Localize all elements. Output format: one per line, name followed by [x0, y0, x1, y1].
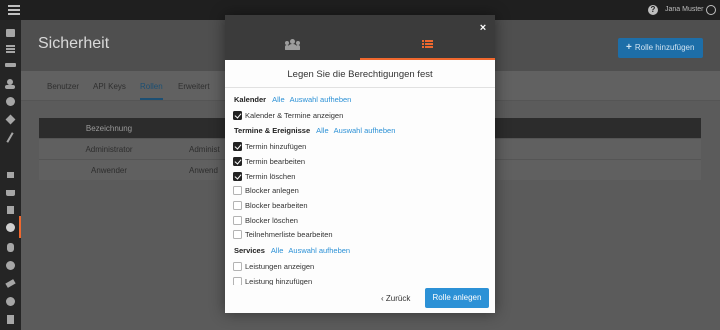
- section-termine: Termine & Ereignisse Alle Auswahl aufheben: [234, 126, 395, 135]
- document-icon[interactable]: [5, 314, 16, 325]
- permission-label: Blocker löschen: [245, 216, 298, 225]
- calendar-icon[interactable]: [5, 27, 16, 38]
- page-title: Sicherheit: [38, 35, 110, 52]
- chevron-left-icon: ‹: [381, 294, 384, 303]
- section-kalender: Kalender Alle Auswahl aufheben: [234, 95, 351, 104]
- checkbox[interactable]: [233, 216, 242, 225]
- select-all-link[interactable]: Alle: [316, 126, 329, 135]
- tab-rollen[interactable]: Rollen: [140, 82, 163, 100]
- lock-icon[interactable]: [5, 222, 16, 233]
- section-title: Kalender: [234, 95, 267, 104]
- permission-label: Leistung hinzufügen: [245, 277, 313, 285]
- checkbox[interactable]: [233, 186, 242, 195]
- permissions-dialog: × Legen Sie die Berechtigungen fest Kale…: [225, 15, 495, 313]
- plus-icon: +: [626, 42, 632, 53]
- close-icon[interactable]: ×: [477, 22, 489, 34]
- help-icon[interactable]: ?: [648, 5, 658, 15]
- add-role-button[interactable]: + Rolle hinzufügen: [618, 38, 703, 58]
- user-name[interactable]: Jana Muster: [665, 5, 704, 15]
- tab-permissions-list[interactable]: [360, 15, 495, 60]
- permission-label: Leistungen anzeigen: [245, 262, 315, 271]
- list-icon[interactable]: [5, 43, 16, 54]
- home-icon[interactable]: [5, 168, 16, 179]
- dialog-footer: ‹ Zurück Rolle anlegen: [225, 287, 495, 313]
- box-icon[interactable]: [5, 204, 16, 215]
- users-icon[interactable]: [5, 78, 16, 89]
- sidebar: [0, 20, 21, 330]
- role-description: Anwend: [189, 166, 218, 175]
- permission-label: Teilnehmerliste bearbeiten: [245, 230, 333, 239]
- deselect-link[interactable]: Auswahl aufheben: [334, 126, 396, 135]
- checkbox[interactable]: [233, 262, 242, 271]
- tab-users[interactable]: [225, 15, 360, 60]
- deselect-link[interactable]: Auswahl aufheben: [288, 246, 350, 255]
- dialog-title: Legen Sie die Berechtigungen fest: [225, 62, 495, 88]
- select-all-link[interactable]: Alle: [271, 246, 284, 255]
- tab-benutzer[interactable]: Benutzer: [47, 82, 79, 91]
- permissions-list[interactable]: Kalender Alle Auswahl aufheben Kalender & …: [233, 92, 487, 285]
- checkbox[interactable]: [233, 230, 242, 239]
- section-title: Termine & Ereignisse: [234, 126, 311, 135]
- list-icon: [422, 40, 433, 50]
- permission-label: Blocker anlegen: [245, 186, 299, 195]
- back-label: Zurück: [385, 294, 411, 303]
- tab-erweitert[interactable]: Erweitert: [178, 82, 210, 91]
- back-button[interactable]: ‹ Zurück: [381, 294, 410, 303]
- graduation-icon[interactable]: [5, 60, 16, 71]
- checkbox[interactable]: [233, 201, 242, 210]
- select-all-link[interactable]: Alle: [272, 95, 285, 104]
- checkbox[interactable]: [233, 142, 242, 151]
- star-icon[interactable]: [5, 114, 16, 125]
- role-description: Administ: [189, 145, 220, 154]
- deselect-link[interactable]: Auswahl aufheben: [290, 95, 352, 104]
- role-name: Anwender: [90, 166, 128, 175]
- section-services: Services Alle Auswahl aufheben: [234, 246, 350, 255]
- tab-api-keys[interactable]: API Keys: [93, 82, 126, 91]
- create-role-button[interactable]: Rolle anlegen: [425, 288, 489, 308]
- permission-label: Kalender & Termine anzeigen: [245, 111, 344, 120]
- checkbox[interactable]: [233, 172, 242, 181]
- dialog-header: ×: [225, 15, 495, 60]
- send-icon[interactable]: [5, 278, 16, 289]
- permission-label: Termin löschen: [245, 172, 296, 181]
- shopping-basket-icon[interactable]: [5, 186, 16, 197]
- avatar[interactable]: [706, 5, 716, 15]
- gear-icon[interactable]: [5, 296, 16, 307]
- permission-label: Termin hinzufügen: [245, 142, 307, 151]
- database-icon[interactable]: [5, 242, 16, 253]
- role-name: Administrator: [85, 145, 133, 154]
- permission-label: Blocker bearbeiten: [245, 201, 308, 210]
- column-header-bezeichnung: Bezeichnung: [85, 124, 133, 133]
- permission-label: Termin bearbeiten: [245, 157, 306, 166]
- add-role-label: Rolle hinzufügen: [634, 43, 695, 52]
- checkbox[interactable]: [233, 111, 242, 120]
- section-title: Services: [234, 246, 265, 255]
- percent-icon[interactable]: [5, 132, 16, 143]
- chart-pie-icon[interactable]: [5, 96, 16, 107]
- checkbox[interactable]: [233, 157, 242, 166]
- menu-icon[interactable]: [8, 5, 20, 15]
- checkbox[interactable]: [233, 277, 242, 285]
- globe-icon[interactable]: [5, 260, 16, 271]
- users-icon: [285, 39, 300, 50]
